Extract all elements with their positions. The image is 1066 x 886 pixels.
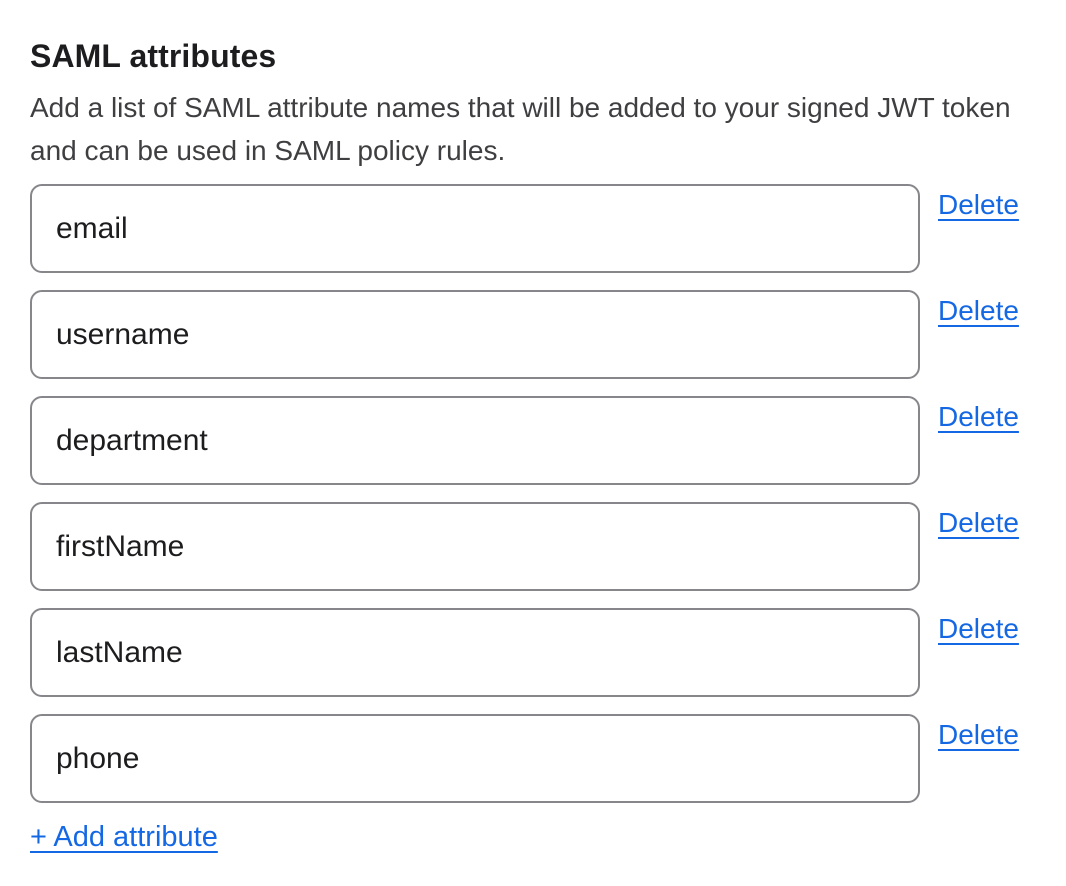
delete-attribute-link[interactable]: Delete xyxy=(938,718,1019,752)
delete-attribute-link[interactable]: Delete xyxy=(938,612,1019,646)
attribute-name-input[interactable] xyxy=(30,502,920,591)
delete-attribute-link[interactable]: Delete xyxy=(938,294,1019,328)
attribute-name-input[interactable] xyxy=(30,714,920,803)
add-attribute-link[interactable]: + Add attribute xyxy=(30,820,218,854)
attribute-row: Delete xyxy=(30,396,1036,485)
attribute-name-input[interactable] xyxy=(30,608,920,697)
section-description: Add a list of SAML attribute names that … xyxy=(30,86,1035,172)
attribute-name-input[interactable] xyxy=(30,184,920,273)
attribute-row: Delete xyxy=(30,608,1036,697)
add-attribute-row: + Add attribute xyxy=(30,820,1036,854)
attribute-name-input[interactable] xyxy=(30,290,920,379)
attribute-row: Delete xyxy=(30,502,1036,591)
delete-attribute-link[interactable]: Delete xyxy=(938,506,1019,540)
delete-attribute-link[interactable]: Delete xyxy=(938,400,1019,434)
attribute-row: Delete xyxy=(30,714,1036,803)
attribute-row: Delete xyxy=(30,184,1036,273)
saml-attributes-section: SAML attributes Add a list of SAML attri… xyxy=(0,0,1066,886)
attribute-list: Delete Delete Delete Delete Delete Delet… xyxy=(30,184,1036,803)
section-title: SAML attributes xyxy=(30,36,1036,76)
attribute-name-input[interactable] xyxy=(30,396,920,485)
delete-attribute-link[interactable]: Delete xyxy=(938,188,1019,222)
attribute-row: Delete xyxy=(30,290,1036,379)
